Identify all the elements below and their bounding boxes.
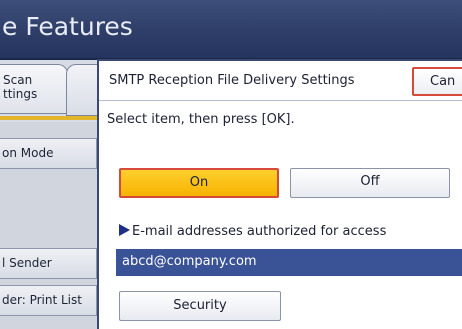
dialog-header: SMTP Reception File Delivery Settings Ca… [99, 61, 462, 101]
section-heading-label: E-mail addresses authorized for access [132, 224, 387, 239]
triangle-right-icon [119, 224, 130, 236]
list-item-sender[interactable]: l Sender [0, 248, 97, 279]
security-button[interactable]: Security [119, 291, 281, 321]
off-button[interactable]: Off [290, 168, 450, 198]
cancel-button[interactable]: Can [412, 67, 462, 96]
email-address: abcd@company.com [122, 254, 257, 269]
tab-scan-label-line1: Scan [3, 73, 33, 87]
list-item-label: der: Print List [2, 293, 82, 307]
dialog-title: SMTP Reception File Delivery Settings [109, 73, 355, 88]
list-item-mode[interactable]: on Mode [0, 138, 97, 169]
tab-underline [0, 116, 105, 120]
tab-scan-settings[interactable]: Scan ttings [0, 64, 68, 114]
list-item-print-list[interactable]: der: Print List [0, 285, 97, 316]
list-item-label: on Mode [2, 146, 54, 160]
instruction-text: Select item, then press [OK]. [107, 112, 295, 127]
on-button[interactable]: On [119, 168, 279, 198]
email-list-row[interactable]: abcd@company.com [116, 249, 462, 276]
screen-title: e Features [2, 12, 133, 41]
tab-scan-label-line2: ttings [3, 87, 38, 101]
smtp-settings-dialog: SMTP Reception File Delivery Settings Ca… [97, 59, 462, 329]
list-item-label: l Sender [2, 256, 52, 270]
section-heading: E-mail addresses authorized for access [119, 224, 386, 239]
background-list-panel: on Mode l Sender der: Print List [0, 122, 105, 329]
title-bar: e Features [0, 0, 462, 60]
